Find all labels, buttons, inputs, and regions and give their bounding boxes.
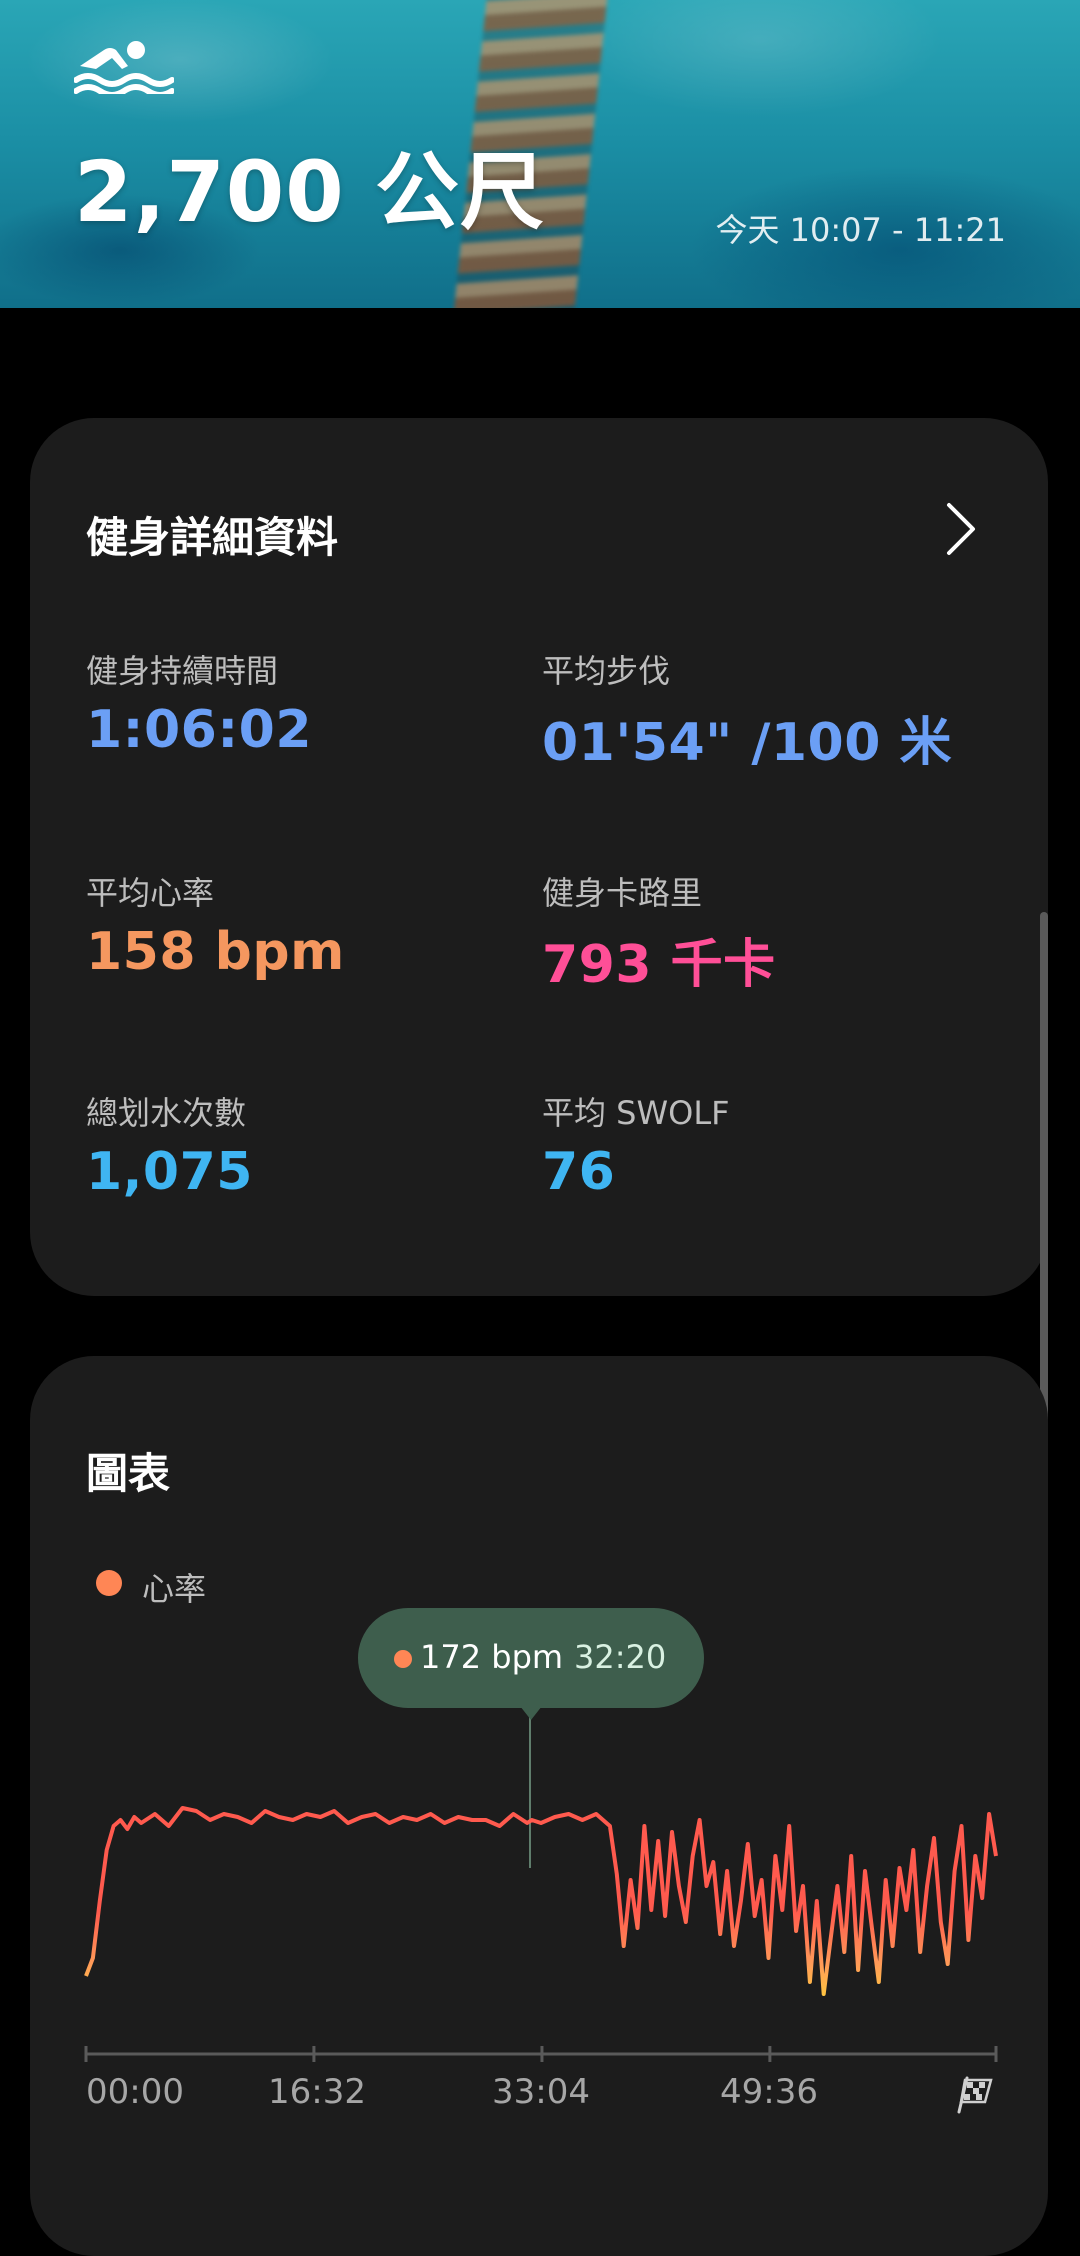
x-tick-label: 49:36: [720, 2072, 818, 2112]
tooltip-dot: [394, 1650, 412, 1668]
hero-banner: 2,700 公尺 今天 10:07 - 11:21: [0, 0, 1080, 308]
stat-label-calories: 健身卡路里: [542, 874, 703, 912]
chart-card: 圖表 心率 172 bpm 32:20 00:00 16:32 33:04 49…: [30, 1356, 1048, 2256]
heart-rate-tooltip: 172 bpm 32:20: [358, 1608, 704, 1708]
stat-value-duration: 1:06:02: [86, 700, 312, 760]
tooltip-bpm: 172 bpm: [420, 1638, 564, 1676]
stat-label-total-strokes: 總划水次數: [86, 1094, 247, 1132]
stat-label-avg-heart-rate: 平均心率: [86, 874, 215, 912]
stat-value-avg-swolf: 76: [542, 1142, 616, 1202]
distance-total: 2,700 公尺: [74, 143, 545, 241]
x-tick-label: 33:04: [492, 2072, 590, 2112]
details-title: 健身詳細資料: [86, 513, 339, 562]
stat-value-avg-pace: 01'54" /100 米: [542, 713, 952, 773]
stat-value-total-strokes: 1,075: [86, 1142, 253, 1202]
tooltip-time: 32:20: [574, 1638, 667, 1676]
tooltip-pointer: [520, 1706, 542, 1720]
stat-label-avg-pace: 平均步伐: [542, 652, 671, 690]
stat-label-duration: 健身持續時間: [86, 652, 279, 690]
workout-time-range: 今天 10:07 - 11:21: [715, 211, 1006, 249]
x-tick-label: 00:00: [86, 2072, 184, 2112]
stat-value-avg-heart-rate: 158 bpm: [86, 922, 345, 982]
chevron-right-icon[interactable]: [944, 500, 978, 558]
heart-rate-chart[interactable]: [30, 1356, 1048, 2156]
swimming-icon: [74, 41, 174, 94]
stat-value-calories: 793 千卡: [542, 935, 776, 995]
workout-details-card[interactable]: 健身詳細資料 健身持續時間 1:06:02 平均步伐 01'54" /100 米…: [30, 418, 1048, 1296]
checkered-flag-icon: [957, 2076, 993, 2114]
heart-rate-series-line: [84, 1806, 998, 1996]
stat-label-avg-swolf: 平均 SWOLF: [542, 1094, 730, 1132]
x-tick-label: 16:32: [268, 2072, 366, 2112]
